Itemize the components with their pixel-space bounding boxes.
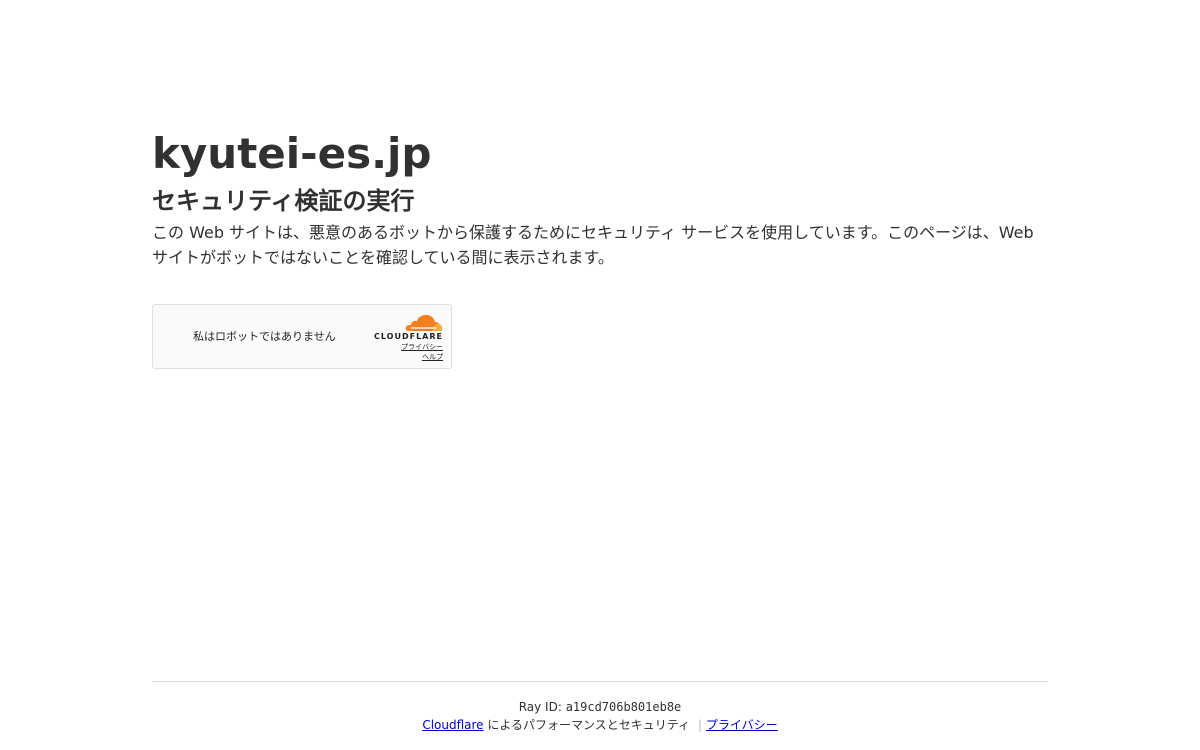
site-name: kyutei-es.jp: [152, 129, 432, 178]
footer-separator: |: [697, 718, 702, 732]
cloudflare-brand: CLOUDFLARE プライバシー ヘルプ: [363, 314, 443, 362]
footer-divider: [152, 681, 1048, 682]
page-subtitle: セキュリティ検証の実行: [152, 187, 415, 215]
ray-id: Ray ID: a19cd706b801eb8e: [152, 698, 1048, 716]
performance-text: によるパフォーマンスとセキュリティ: [483, 718, 694, 732]
footer: Ray ID: a19cd706b801eb8e Cloudflare によるパ…: [152, 698, 1048, 734]
checkbox-label[interactable]: 私はロボットではありません: [193, 329, 336, 345]
challenge-page: kyutei-es.jp セキュリティ検証の実行 この Web サイトは、悪意の…: [0, 0, 1200, 750]
turnstile-widget[interactable]: 私はロボットではありません CLOUDFLARE プライバシー ヘルプ: [152, 304, 452, 369]
main-content: kyutei-es.jp セキュリティ検証の実行 この Web サイトは、悪意の…: [152, 128, 1052, 270]
cloudflare-link[interactable]: Cloudflare: [422, 718, 483, 732]
widget-privacy-link[interactable]: プライバシー: [363, 342, 443, 352]
widget-help-link[interactable]: ヘルプ: [363, 352, 443, 362]
ray-id-value: a19cd706b801eb8e: [565, 700, 682, 714]
footer-credits: Cloudflare によるパフォーマンスとセキュリティ | プライバシー: [152, 716, 1048, 734]
description-text: この Web サイトは、悪意のあるボットから保護するためにセキュリティ サービス…: [152, 223, 1034, 267]
cloudflare-cloud-icon: [405, 315, 442, 331]
ray-id-label: Ray ID:: [518, 700, 566, 714]
cloudflare-wordmark: CLOUDFLARE: [374, 332, 443, 341]
footer-privacy-link[interactable]: プライバシー: [706, 718, 778, 732]
